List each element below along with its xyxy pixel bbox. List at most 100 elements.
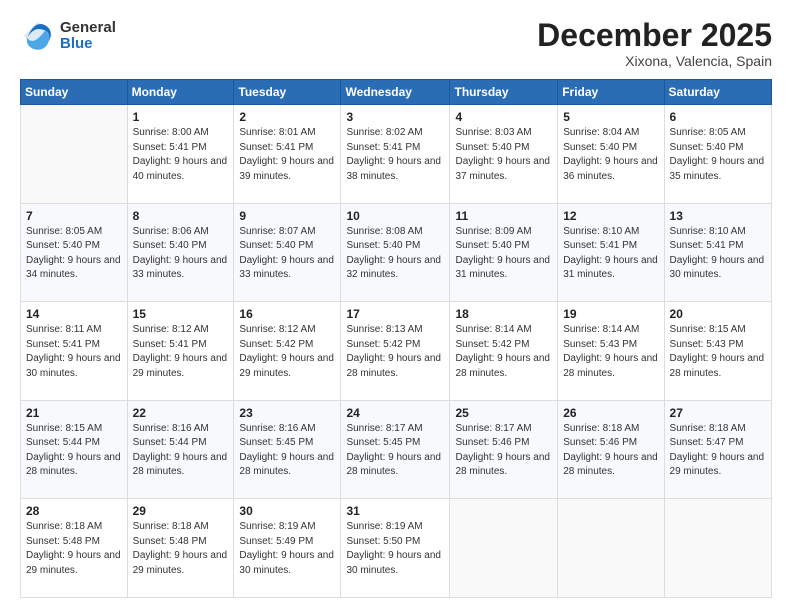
day-info: Sunrise: 8:03 AMSunset: 5:40 PMDaylight:… xyxy=(455,126,552,184)
day-number: 30 xyxy=(239,504,335,518)
day-number: 12 xyxy=(563,209,658,223)
calendar-cell: 13 Sunrise: 8:10 AMSunset: 5:41 PMDayligh… xyxy=(664,203,771,302)
calendar-cell: 26 Sunrise: 8:18 AMSunset: 5:46 PMDayligh… xyxy=(558,400,664,499)
day-info: Sunrise: 8:04 AMSunset: 5:40 PMDaylight:… xyxy=(563,126,658,184)
calendar-cell: 18Sunrise: 8:14 AMSunset: 5:42 PMDayligh… xyxy=(450,302,558,401)
day-number: 11 xyxy=(455,209,552,223)
day-of-week-header: Sunday xyxy=(21,80,128,105)
calendar-cell: 7Sunrise: 8:05 AMSunset: 5:40 PMDaylight… xyxy=(21,203,128,302)
day-number: 15 xyxy=(133,307,229,321)
day-info: Sunrise: 8:10 AMSunset: 5:41 PMDaylight:… xyxy=(563,225,658,283)
calendar-cell: 21 Sunrise: 8:15 AMSunset: 5:44 PMDayligh… xyxy=(21,400,128,499)
month-title: December 2025 xyxy=(537,18,772,53)
day-number: 13 xyxy=(670,209,766,223)
calendar-cell: 8Sunrise: 8:06 AMSunset: 5:40 PMDaylight… xyxy=(127,203,234,302)
day-of-week-header: Wednesday xyxy=(341,80,450,105)
calendar-week-row: 21 Sunrise: 8:15 AMSunset: 5:44 PMDayligh… xyxy=(21,400,772,499)
day-number: 25 xyxy=(455,406,552,420)
day-of-week-header: Saturday xyxy=(664,80,771,105)
calendar-cell: 1Sunrise: 8:00 AMSunset: 5:41 PMDaylight… xyxy=(127,105,234,204)
day-info: Sunrise: 8:15 AMSunset: 5:44 PMDaylight:… xyxy=(26,422,122,480)
day-of-week-header: Monday xyxy=(127,80,234,105)
day-info: Sunrise: 8:15 AMSunset: 5:43 PMDaylight:… xyxy=(670,323,766,381)
header: General Blue December 2025 Xixona, Valen… xyxy=(20,18,772,69)
calendar-cell: 29 Sunrise: 8:18 AMSunset: 5:48 PMDayligh… xyxy=(127,499,234,598)
day-number: 26 xyxy=(563,406,658,420)
day-number: 28 xyxy=(26,504,122,518)
day-number: 23 xyxy=(239,406,335,420)
day-info: Sunrise: 8:16 AMSunset: 5:44 PMDaylight:… xyxy=(133,422,229,480)
calendar-header: SundayMondayTuesdayWednesdayThursdayFrid… xyxy=(21,80,772,105)
day-info: Sunrise: 8:18 AMSunset: 5:46 PMDaylight:… xyxy=(563,422,658,480)
day-info: Sunrise: 8:12 AMSunset: 5:41 PMDaylight:… xyxy=(133,323,229,381)
calendar-cell: 17 Sunrise: 8:13 AMSunset: 5:42 PMDayligh… xyxy=(341,302,450,401)
calendar-cell: 24 Sunrise: 8:17 AMSunset: 5:45 PMDayligh… xyxy=(341,400,450,499)
calendar-cell: 19Sunrise: 8:14 AMSunset: 5:43 PMDayligh… xyxy=(558,302,664,401)
day-info: Sunrise: 8:17 AMSunset: 5:46 PMDaylight:… xyxy=(455,422,552,480)
calendar-cell xyxy=(21,105,128,204)
day-info: Sunrise: 8:19 AMSunset: 5:50 PMDaylight:… xyxy=(346,520,444,578)
calendar-cell: 3Sunrise: 8:02 AMSunset: 5:41 PMDaylight… xyxy=(341,105,450,204)
day-number: 17 xyxy=(346,307,444,321)
day-info: Sunrise: 8:18 AMSunset: 5:47 PMDaylight:… xyxy=(670,422,766,480)
day-info: Sunrise: 8:07 AMSunset: 5:40 PMDaylight:… xyxy=(239,225,335,283)
day-of-week-header: Thursday xyxy=(450,80,558,105)
day-number: 16 xyxy=(239,307,335,321)
calendar-cell: 14Sunrise: 8:11 AMSunset: 5:41 PMDayligh… xyxy=(21,302,128,401)
day-number: 3 xyxy=(346,110,444,124)
calendar-cell: 25 Sunrise: 8:17 AMSunset: 5:46 PMDayligh… xyxy=(450,400,558,499)
calendar-week-row: 7Sunrise: 8:05 AMSunset: 5:40 PMDaylight… xyxy=(21,203,772,302)
calendar-cell xyxy=(664,499,771,598)
day-info: Sunrise: 8:05 AMSunset: 5:40 PMDaylight:… xyxy=(26,225,122,283)
calendar-cell: 15 Sunrise: 8:12 AMSunset: 5:41 PMDayligh… xyxy=(127,302,234,401)
calendar-cell: 4 Sunrise: 8:03 AMSunset: 5:40 PMDaylight… xyxy=(450,105,558,204)
day-info: Sunrise: 8:16 AMSunset: 5:45 PMDaylight:… xyxy=(239,422,335,480)
day-number: 29 xyxy=(133,504,229,518)
calendar-cell: 22 Sunrise: 8:16 AMSunset: 5:44 PMDayligh… xyxy=(127,400,234,499)
day-number: 4 xyxy=(455,110,552,124)
day-info: Sunrise: 8:05 AMSunset: 5:40 PMDaylight:… xyxy=(670,126,766,184)
calendar-cell: 20Sunrise: 8:15 AMSunset: 5:43 PMDayligh… xyxy=(664,302,771,401)
day-number: 9 xyxy=(239,209,335,223)
calendar-table: SundayMondayTuesdayWednesdayThursdayFrid… xyxy=(20,79,772,598)
day-info: Sunrise: 8:18 AMSunset: 5:48 PMDaylight:… xyxy=(133,520,229,578)
title-block: December 2025 Xixona, Valencia, Spain xyxy=(537,18,772,69)
calendar-week-row: 1Sunrise: 8:00 AMSunset: 5:41 PMDaylight… xyxy=(21,105,772,204)
day-info: Sunrise: 8:19 AMSunset: 5:49 PMDaylight:… xyxy=(239,520,335,578)
calendar-cell: 27 Sunrise: 8:18 AMSunset: 5:47 PMDayligh… xyxy=(664,400,771,499)
calendar-cell: 23 Sunrise: 8:16 AMSunset: 5:45 PMDayligh… xyxy=(234,400,341,499)
calendar-week-row: 14Sunrise: 8:11 AMSunset: 5:41 PMDayligh… xyxy=(21,302,772,401)
day-info: Sunrise: 8:13 AMSunset: 5:42 PMDaylight:… xyxy=(346,323,444,381)
day-of-week-header: Friday xyxy=(558,80,664,105)
calendar-cell: 10Sunrise: 8:08 AMSunset: 5:40 PMDayligh… xyxy=(341,203,450,302)
calendar-cell: 9 Sunrise: 8:07 AMSunset: 5:40 PMDaylight… xyxy=(234,203,341,302)
day-info: Sunrise: 8:12 AMSunset: 5:42 PMDaylight:… xyxy=(239,323,335,381)
location: Xixona, Valencia, Spain xyxy=(537,53,772,69)
calendar-cell: 6 Sunrise: 8:05 AMSunset: 5:40 PMDaylight… xyxy=(664,105,771,204)
day-info: Sunrise: 8:14 AMSunset: 5:42 PMDaylight:… xyxy=(455,323,552,381)
day-number: 8 xyxy=(133,209,229,223)
day-info: Sunrise: 8:14 AMSunset: 5:43 PMDaylight:… xyxy=(563,323,658,381)
logo-blue: Blue xyxy=(60,36,116,53)
calendar-cell: 12 Sunrise: 8:10 AMSunset: 5:41 PMDayligh… xyxy=(558,203,664,302)
day-number: 21 xyxy=(26,406,122,420)
day-number: 31 xyxy=(346,504,444,518)
logo-icon xyxy=(20,18,56,54)
day-info: Sunrise: 8:17 AMSunset: 5:45 PMDaylight:… xyxy=(346,422,444,480)
calendar-page: General Blue December 2025 Xixona, Valen… xyxy=(0,0,792,612)
day-number: 27 xyxy=(670,406,766,420)
day-info: Sunrise: 8:09 AMSunset: 5:40 PMDaylight:… xyxy=(455,225,552,283)
logo-text: General Blue xyxy=(60,20,116,53)
day-number: 14 xyxy=(26,307,122,321)
day-info: Sunrise: 8:08 AMSunset: 5:40 PMDaylight:… xyxy=(346,225,444,283)
day-number: 24 xyxy=(346,406,444,420)
calendar-cell: 28Sunrise: 8:18 AMSunset: 5:48 PMDayligh… xyxy=(21,499,128,598)
day-number: 22 xyxy=(133,406,229,420)
calendar-week-row: 28 Sunrise: 8:18 AMSunset: 5:48 PMDayligh… xyxy=(21,499,772,598)
day-info: Sunrise: 8:10 AMSunset: 5:41 PMDaylight:… xyxy=(670,225,766,283)
day-number: 6 xyxy=(670,110,766,124)
day-info: Sunrise: 8:00 AMSunset: 5:41 PMDaylight:… xyxy=(133,126,229,184)
day-number: 2 xyxy=(239,110,335,124)
calendar-cell: 16 Sunrise: 8:12 AMSunset: 5:42 PMDayligh… xyxy=(234,302,341,401)
day-header-row: SundayMondayTuesdayWednesdayThursdayFrid… xyxy=(21,80,772,105)
